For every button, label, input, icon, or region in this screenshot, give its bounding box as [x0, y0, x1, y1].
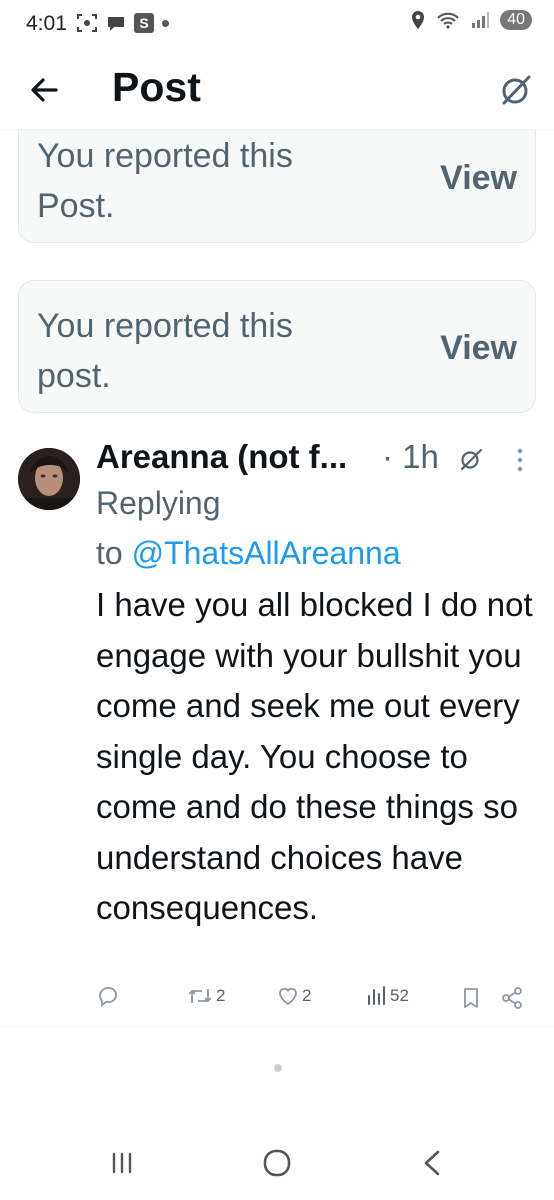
tweet-divider [0, 1026, 554, 1027]
view-count: 52 [390, 986, 409, 1005]
system-nav-bar [0, 1130, 554, 1200]
status-right-icons: 40 [410, 10, 532, 30]
loading-dot [274, 1064, 282, 1072]
back-icon[interactable] [412, 1146, 452, 1180]
tweet-action-bar: 2 2 52 [96, 984, 536, 1016]
more-options-icon[interactable] [514, 446, 526, 474]
chat-bubble-icon [108, 17, 124, 31]
dot-icon [162, 19, 169, 27]
bookmark-icon[interactable] [460, 986, 482, 1010]
reported-post-text: You reported this Post. [37, 137, 293, 225]
back-arrow-icon[interactable] [24, 70, 64, 110]
page-title: Post [112, 64, 201, 110]
header-background [0, 48, 554, 130]
wifi-icon [437, 12, 459, 29]
replying-label: Replying [96, 485, 221, 521]
grok-icon[interactable] [498, 72, 534, 108]
status-time: 4:01 [26, 12, 67, 35]
location-icon [412, 11, 425, 29]
tweet-text: I have you all blocked I do not engage w… [96, 586, 533, 926]
avatar[interactable] [18, 448, 80, 510]
view-reported-post-button[interactable]: View [440, 329, 517, 368]
replying-handle-link[interactable]: @ThatsAllAreanna [132, 535, 401, 571]
views-chart-icon [368, 986, 385, 1005]
retweet-icon [188, 989, 212, 1003]
grok-icon[interactable] [458, 446, 484, 472]
recents-icon[interactable] [102, 1146, 142, 1180]
home-icon[interactable] [257, 1146, 297, 1180]
share-icon[interactable] [500, 986, 524, 1010]
battery-icon: 40 [500, 10, 532, 30]
screenshot-icon [77, 14, 97, 32]
status-bar: 4:01 S 40 [0, 0, 554, 48]
view-reported-post-button[interactable]: View [440, 159, 517, 198]
replying-to: Replying to @ThatsAllAreanna [96, 478, 536, 578]
reported-post-notice: You reported this post. View [18, 280, 536, 413]
signal-icon [472, 12, 490, 28]
author-name[interactable]: Areanna (not f... [96, 438, 347, 476]
status-left-icons: S [76, 13, 169, 33]
retweet-count: 2 [216, 986, 226, 1005]
like-button[interactable]: 2 [276, 984, 311, 1008]
s-app-icon: S [134, 13, 154, 33]
retweet-button[interactable]: 2 [186, 984, 225, 1008]
replying-to-word: to [96, 535, 123, 571]
reported-post-text: You reported this post. [37, 307, 293, 395]
heart-icon [279, 987, 297, 1006]
views-button[interactable]: 52 [366, 984, 409, 1008]
reply-icon [99, 987, 117, 1007]
like-count: 2 [302, 986, 312, 1005]
reply-button[interactable] [96, 984, 122, 1008]
replying-target: to @ThatsAllAreanna [96, 528, 536, 578]
tweet-timestamp[interactable]: · 1h [382, 438, 439, 476]
